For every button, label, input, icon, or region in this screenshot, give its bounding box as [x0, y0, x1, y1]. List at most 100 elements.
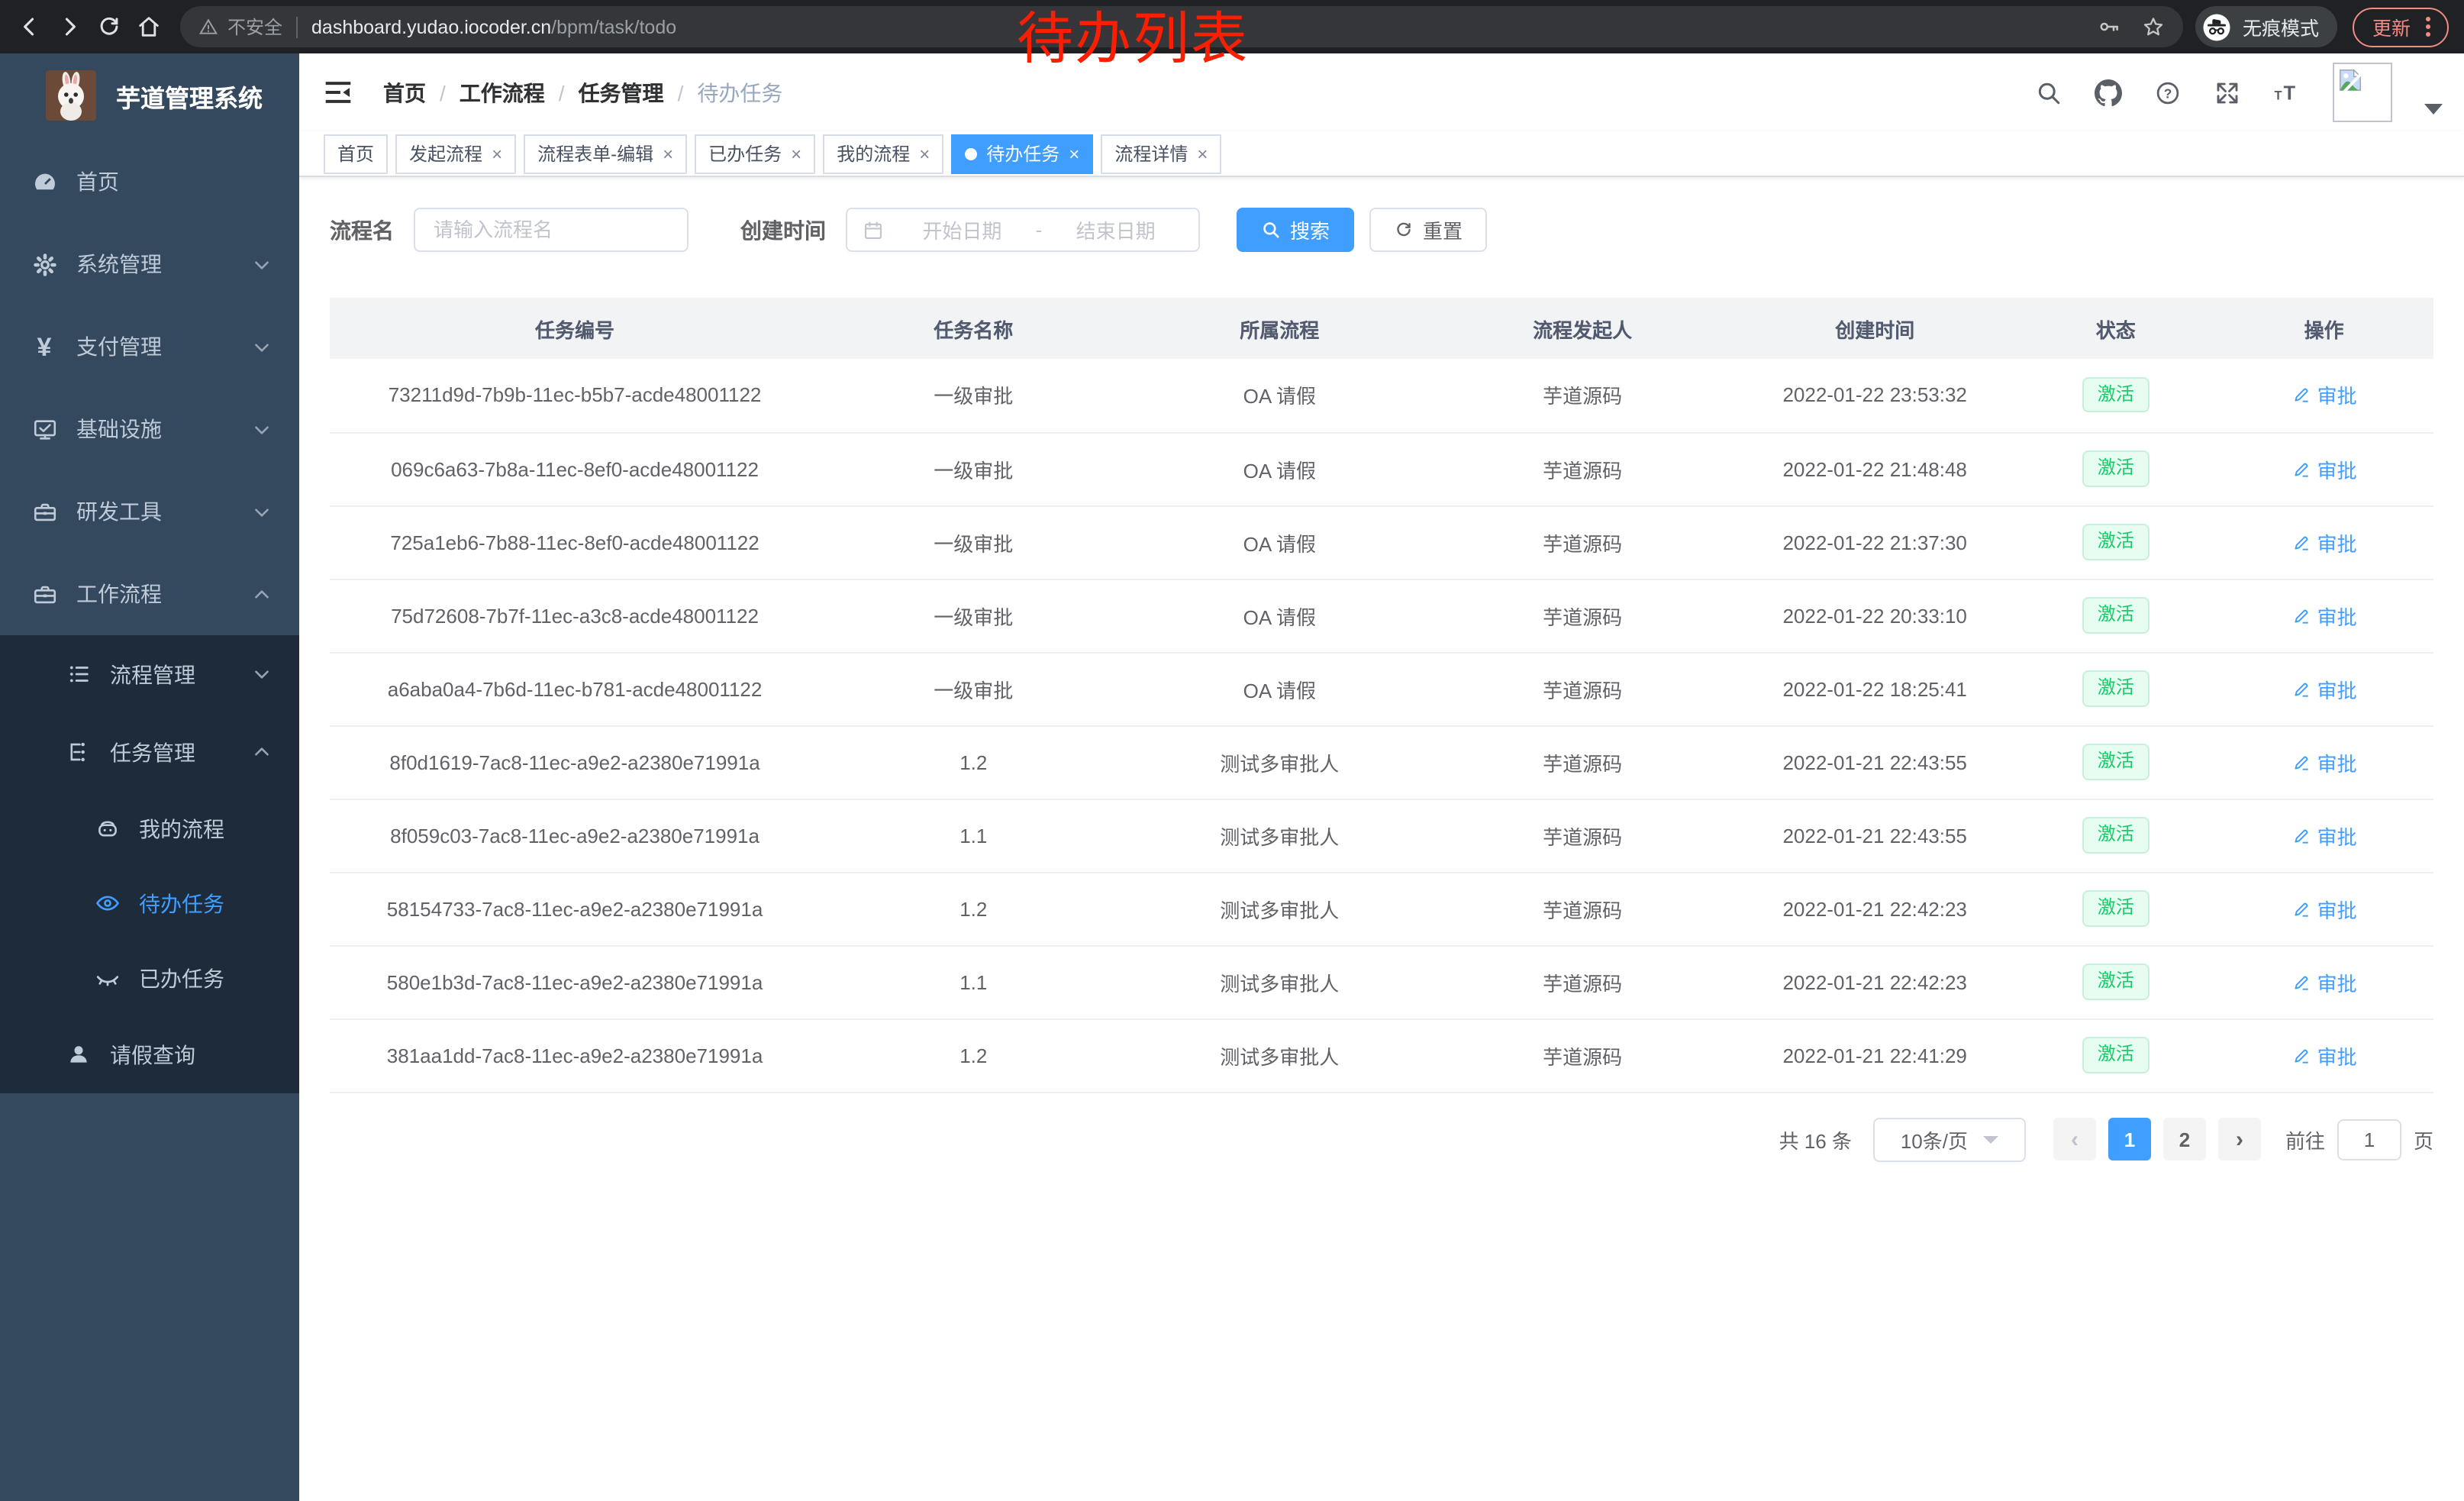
approve-link[interactable]: 审批 — [2291, 381, 2357, 410]
breadcrumb-workflow[interactable]: 工作流程 — [460, 77, 545, 108]
page-content: 流程名 创建时间 开始日期 - 结束日期 搜索 重置 — [299, 208, 2464, 1161]
sidebar-item-label: 研发工具 — [76, 496, 162, 527]
breadcrumb-task-mgmt[interactable]: 任务管理 — [579, 77, 664, 108]
sidebar-item-todo-tasks[interactable]: 待办任务 — [0, 866, 299, 941]
header-actions: ? TT — [2035, 63, 2443, 122]
cell-task-name: 1.2 — [820, 1018, 1127, 1092]
user-avatar[interactable] — [2333, 63, 2392, 122]
url-text[interactable]: dashboard.yudao.iocoder.cn/bpm/task/todo — [311, 16, 676, 37]
tab-process-detail[interactable]: 流程详情× — [1101, 134, 1221, 173]
browser-back-icon[interactable] — [9, 7, 49, 47]
tab-my-process[interactable]: 我的流程× — [823, 134, 943, 173]
fullscreen-icon[interactable] — [2214, 79, 2241, 106]
close-tab-icon[interactable]: × — [791, 144, 801, 163]
font-size-icon[interactable]: TT — [2273, 79, 2301, 106]
approve-link[interactable]: 审批 — [2291, 674, 2357, 703]
dashboard-icon — [31, 168, 58, 195]
tab-start-process[interactable]: 发起流程× — [395, 134, 516, 173]
cell-task-id: 725a1eb6-7b88-11ec-8ef0-acde48001122 — [330, 505, 820, 579]
breadcrumb-home[interactable]: 首页 — [383, 77, 426, 108]
sidebar-item-devtools[interactable]: 研发工具 — [0, 470, 299, 553]
cell-task-id: 580e1b3d-7ac8-11ec-a9e2-a2380e71991a — [330, 945, 820, 1018]
page-unit-label: 页 — [2414, 1125, 2433, 1154]
page-button-2[interactable]: 2 — [2163, 1118, 2206, 1160]
chevron-down-icon — [252, 419, 272, 439]
pagination-goto: 前往 页 — [2285, 1118, 2433, 1160]
approve-link[interactable]: 审批 — [2291, 528, 2357, 557]
bookmark-star-icon[interactable] — [2142, 15, 2165, 38]
github-icon[interactable] — [2095, 79, 2122, 106]
sidebar-item-workflow[interactable]: 工作流程 — [0, 553, 299, 635]
cell-starter: 芋道源码 — [1432, 432, 1733, 505]
approve-link[interactable]: 审批 — [2291, 454, 2357, 483]
tab-todo-tasks[interactable]: 待办任务× — [951, 134, 1093, 173]
sidebar-item-label: 已办任务 — [139, 963, 224, 993]
address-bar[interactable]: 不安全 dashboard.yudao.iocoder.cn/bpm/task/… — [180, 6, 2183, 47]
table-row: 069c6a63-7b8a-11ec-8ef0-acde48001122 一级审… — [330, 432, 2433, 505]
robot-icon — [93, 815, 121, 842]
cell-process: OA 请假 — [1127, 505, 1433, 579]
process-name-input[interactable] — [414, 208, 689, 252]
sidebar-item-home[interactable]: 首页 — [0, 140, 299, 223]
edit-icon — [2291, 752, 2311, 772]
sidebar-item-done-tasks[interactable]: 已办任务 — [0, 941, 299, 1015]
approve-link[interactable]: 审批 — [2291, 601, 2357, 630]
browser-forward-icon[interactable] — [49, 7, 89, 47]
sidebar-item-task-mgmt[interactable]: 任务管理 — [0, 713, 299, 791]
approve-link[interactable]: 审批 — [2291, 967, 2357, 996]
avatar-caret-icon[interactable] — [2424, 104, 2443, 115]
cell-task-id: 75d72608-7b7f-11ec-a3c8-acde48001122 — [330, 579, 820, 652]
browser-reload-icon[interactable] — [89, 7, 128, 47]
not-secure-warning-icon[interactable] — [198, 17, 218, 37]
search-button[interactable]: 搜索 — [1237, 208, 1354, 252]
cell-created: 2022-01-22 23:53:32 — [1733, 359, 2017, 432]
sidebar: 芋道管理系统 首页 系统管理 ¥ 支付管理 — [0, 53, 299, 1501]
approve-label: 审批 — [2317, 1041, 2357, 1070]
approve-label: 审批 — [2317, 381, 2357, 410]
help-icon[interactable]: ? — [2154, 79, 2182, 106]
cell-created: 2022-01-22 18:25:41 — [1733, 652, 2017, 725]
browser-menu-icon[interactable] — [2423, 14, 2433, 40]
close-tab-icon[interactable]: × — [1069, 144, 1079, 163]
goto-page-input[interactable] — [2337, 1118, 2401, 1160]
sidebar-item-infra[interactable]: 基础设施 — [0, 388, 299, 470]
sidebar-item-label: 请假查询 — [110, 1039, 195, 1070]
status-badge: 激活 — [2082, 525, 2150, 560]
toolbox-icon — [31, 498, 58, 525]
cell-starter: 芋道源码 — [1432, 505, 1733, 579]
close-tab-icon[interactable]: × — [919, 144, 930, 163]
tab-done-tasks[interactable]: 已办任务× — [695, 134, 815, 173]
approve-link[interactable]: 审批 — [2291, 821, 2357, 850]
edit-icon — [2291, 459, 2311, 479]
search-icon[interactable] — [2035, 79, 2062, 106]
password-key-icon[interactable] — [2098, 15, 2121, 38]
sidebar-toggle-icon[interactable] — [324, 76, 357, 109]
sidebar-item-leave-query[interactable]: 请假查询 — [0, 1015, 299, 1093]
sidebar-item-label: 流程管理 — [110, 659, 195, 689]
page-size-select[interactable]: 10条/页 — [1873, 1117, 2026, 1161]
sidebar-item-payment[interactable]: ¥ 支付管理 — [0, 305, 299, 388]
browser-update-button[interactable]: 更新 — [2353, 7, 2449, 47]
prev-page-button[interactable]: ‹ — [2053, 1118, 2096, 1160]
cell-created: 2022-01-21 22:42:23 — [1733, 945, 2017, 1018]
security-label[interactable]: 不安全 — [227, 14, 282, 40]
approve-link[interactable]: 审批 — [2291, 1041, 2357, 1070]
page-button-1[interactable]: 1 — [2108, 1118, 2151, 1160]
tab-form-edit[interactable]: 流程表单-编辑× — [524, 134, 687, 173]
edit-icon — [2291, 532, 2311, 552]
close-tab-icon[interactable]: × — [492, 144, 502, 163]
approve-link[interactable]: 审批 — [2291, 894, 2357, 923]
next-page-button[interactable]: › — [2218, 1118, 2261, 1160]
col-process: 所属流程 — [1127, 298, 1433, 359]
sidebar-item-process-mgmt[interactable]: 流程管理 — [0, 635, 299, 713]
approve-label: 审批 — [2317, 967, 2357, 996]
close-tab-icon[interactable]: × — [1197, 144, 1208, 163]
close-tab-icon[interactable]: × — [663, 144, 673, 163]
approve-link[interactable]: 审批 — [2291, 747, 2357, 776]
date-range-picker[interactable]: 开始日期 - 结束日期 — [846, 208, 1200, 252]
reset-button[interactable]: 重置 — [1369, 208, 1487, 252]
sidebar-item-my-process[interactable]: 我的流程 — [0, 791, 299, 866]
browser-home-icon[interactable] — [128, 7, 168, 47]
sidebar-item-system[interactable]: 系统管理 — [0, 223, 299, 305]
tab-home[interactable]: 首页 — [324, 134, 388, 173]
